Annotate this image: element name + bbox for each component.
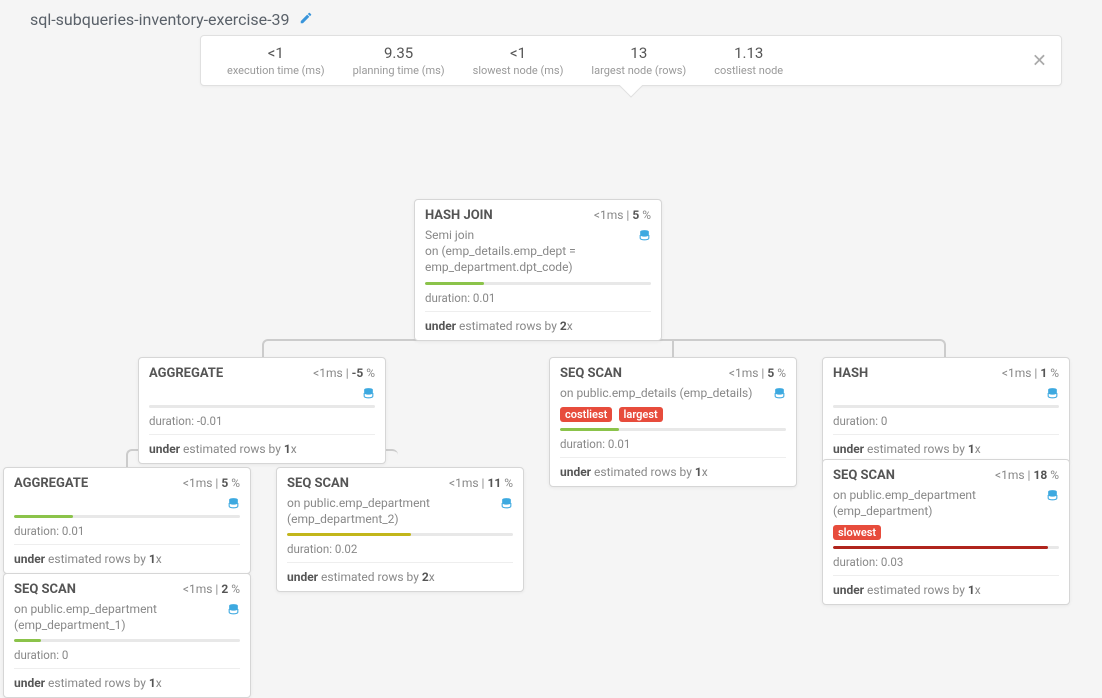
progress-bar <box>560 428 786 431</box>
page-title: sql-subqueries-inventory-exercise-39 <box>30 10 290 29</box>
stat-slowest-node: <1 slowest node (ms) <box>459 44 578 77</box>
stat-execution-time: <1 execution time (ms) <box>213 44 339 77</box>
estimate-label: under estimated rows by 1x <box>14 545 240 573</box>
node-detail: on public.emp_department (emp_department… <box>833 487 1059 519</box>
node-seq-scan-emp-details[interactable]: SEQ SCAN <1ms | 5 % on public.emp_detail… <box>549 357 797 487</box>
database-icon <box>362 387 375 404</box>
node-detail <box>833 385 1059 399</box>
tag-costliest: costliest <box>560 407 612 422</box>
database-icon <box>227 603 240 620</box>
node-aggregate[interactable]: AGGREGATE <1ms | -5 % duration: -0.01 un… <box>138 357 386 464</box>
node-title: HASH <box>833 366 868 381</box>
stat-costliest-node: 1.13 costliest node <box>700 44 797 77</box>
page-header: sql-subqueries-inventory-exercise-39 <box>0 0 1102 35</box>
node-detail: on public.emp_details (emp_details) <box>560 385 786 401</box>
progress-bar <box>833 546 1059 549</box>
estimate-label: under estimated rows by 1x <box>833 576 1059 604</box>
database-icon <box>773 387 786 404</box>
tag-largest: largest <box>619 407 663 422</box>
node-detail: Semi joinon (emp_details.emp_dept = emp_… <box>425 227 651 276</box>
close-icon[interactable]: ✕ <box>1032 50 1047 71</box>
estimate-label: under estimated rows by 1x <box>14 669 240 697</box>
plan-canvas: HASH JOIN <1ms | 5 % Semi joinon (emp_de… <box>0 99 1102 629</box>
node-title: SEQ SCAN <box>287 476 349 491</box>
duration-label: duration: 0 <box>833 414 1059 435</box>
duration-label: duration: 0.03 <box>833 555 1059 576</box>
node-title: SEQ SCAN <box>14 582 76 597</box>
node-metrics: <1ms | 5 % <box>594 208 651 222</box>
stats-arrow-icon <box>200 85 1062 99</box>
progress-bar <box>833 405 1059 408</box>
node-title: HASH JOIN <box>425 208 493 223</box>
database-icon <box>638 229 651 246</box>
progress-bar <box>14 515 240 518</box>
node-aggregate[interactable]: AGGREGATE <1ms | 5 % duration: 0.01 unde… <box>3 467 251 574</box>
duration-label: duration: 0 <box>14 648 240 669</box>
progress-bar <box>14 639 240 642</box>
node-metrics: <1ms | -5 % <box>313 366 375 380</box>
edit-icon[interactable] <box>299 10 313 29</box>
progress-bar <box>425 282 651 285</box>
estimate-label: under estimated rows by 1x <box>560 458 786 486</box>
duration-label: duration: 0.01 <box>560 437 786 458</box>
node-detail: on public.emp_department (emp_department… <box>287 495 513 527</box>
node-detail <box>149 385 375 399</box>
node-metrics: <1ms | 18 % <box>995 468 1059 482</box>
database-icon <box>1046 489 1059 506</box>
node-detail: on public.emp_department (emp_department… <box>14 601 240 633</box>
node-metrics: <1ms | 2 % <box>183 582 240 596</box>
node-detail <box>14 495 240 509</box>
node-tags: costliest largest <box>560 407 786 422</box>
progress-bar <box>287 533 513 536</box>
duration-label: duration: 0.01 <box>14 524 240 545</box>
node-title: SEQ SCAN <box>560 366 622 381</box>
progress-bar <box>149 405 375 408</box>
node-metrics: <1ms | 5 % <box>183 476 240 490</box>
node-seq-scan-emp-department[interactable]: SEQ SCAN <1ms | 18 % on public.emp_depar… <box>822 459 1070 605</box>
estimate-label: under estimated rows by 2x <box>425 312 651 340</box>
node-seq-scan-emp-department-1[interactable]: SEQ SCAN <1ms | 2 % on public.emp_depart… <box>3 573 251 698</box>
node-tags: slowest <box>833 525 1059 540</box>
duration-label: duration: 0.01 <box>425 291 651 312</box>
stat-largest-node: 13 largest node (rows) <box>577 44 700 77</box>
node-title: AGGREGATE <box>14 476 88 491</box>
node-metrics: <1ms | 5 % <box>729 366 786 380</box>
duration-label: duration: 0.02 <box>287 542 513 563</box>
node-hash-join[interactable]: HASH JOIN <1ms | 5 % Semi joinon (emp_de… <box>414 199 662 341</box>
database-icon <box>1046 387 1059 404</box>
connector <box>672 339 674 357</box>
node-seq-scan-emp-department-2[interactable]: SEQ SCAN <1ms | 11 % on public.emp_depar… <box>276 467 524 592</box>
database-icon <box>500 497 513 514</box>
duration-label: duration: -0.01 <box>149 414 375 435</box>
node-metrics: <1ms | 1 % <box>1002 366 1059 380</box>
node-title: AGGREGATE <box>149 366 223 381</box>
node-title: SEQ SCAN <box>833 468 895 483</box>
tag-slowest: slowest <box>833 525 881 540</box>
estimate-label: under estimated rows by 2x <box>287 563 513 591</box>
database-icon <box>227 497 240 514</box>
node-metrics: <1ms | 11 % <box>449 476 513 490</box>
stats-bar: <1 execution time (ms) 9.35 planning tim… <box>200 35 1062 86</box>
estimate-label: under estimated rows by 1x <box>149 435 375 463</box>
stat-planning-time: 9.35 planning time (ms) <box>339 44 459 77</box>
connector <box>262 339 946 357</box>
node-hash[interactable]: HASH <1ms | 1 % duration: 0 under estima… <box>822 357 1070 464</box>
